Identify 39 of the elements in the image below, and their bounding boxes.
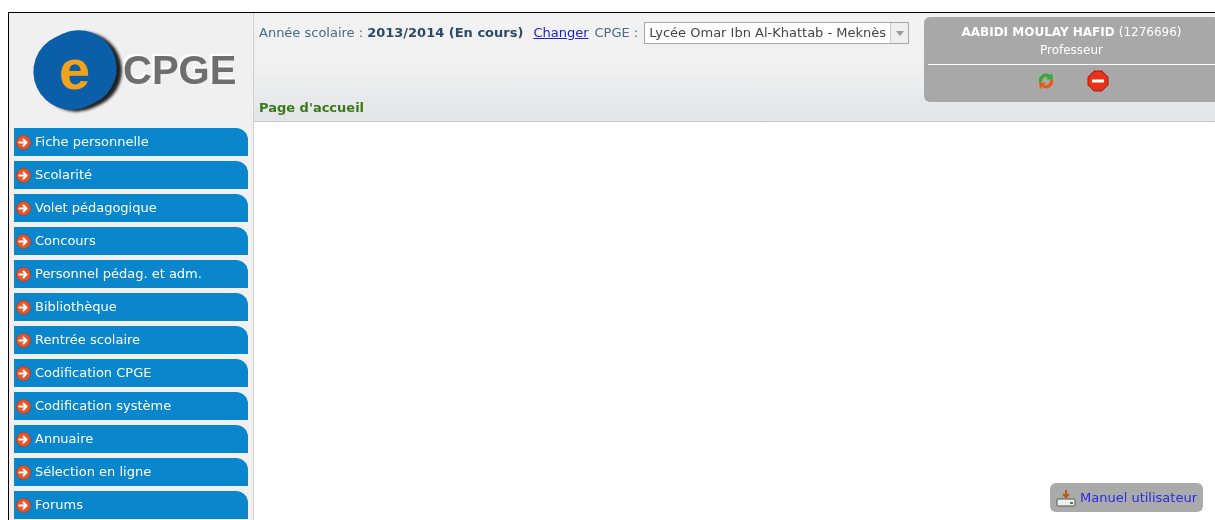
arrow-circle-icon [16, 431, 31, 447]
year-label: Année scolaire : [259, 24, 364, 43]
menu-item[interactable]: Sélection en ligne [14, 458, 248, 486]
logo-letter: e [59, 42, 91, 98]
arrow-circle-icon [16, 464, 31, 480]
arrow-circle-icon [16, 332, 31, 348]
menu-item[interactable]: Bibliothèque [14, 293, 248, 321]
user-id: (1276696) [1118, 24, 1182, 41]
menu-item[interactable]: Fiche personnelle [14, 128, 248, 156]
arrow-circle-icon [16, 497, 31, 513]
arrow-circle-icon [16, 200, 31, 216]
page-title: Page d'accueil [259, 98, 366, 117]
arrow-circle-icon [16, 233, 31, 249]
menu-item[interactable]: Codification système [14, 392, 248, 420]
menu-item[interactable]: Annuaire [14, 425, 248, 453]
arrow-circle-icon [16, 134, 31, 150]
menu-item[interactable]: Forums [14, 491, 248, 519]
dropdown-caret-icon [895, 30, 904, 36]
menu-item[interactable]: Scolarité [14, 161, 248, 189]
manual-button[interactable]: Manuel utilisateur [1050, 483, 1203, 512]
arrow-circle-icon [16, 167, 31, 183]
menu-item[interactable]: Rentrée scolaire [14, 326, 248, 354]
stop-sign-icon[interactable] [1086, 70, 1109, 92]
logo-text: CPGE [123, 47, 237, 94]
menu-item[interactable]: Codification CPGE [14, 359, 248, 387]
arrow-circle-icon [16, 299, 31, 315]
user-role: Professeur [1039, 42, 1104, 59]
arrow-circle-icon [16, 398, 31, 414]
menu-item[interactable]: Concours [14, 227, 248, 255]
download-icon [1056, 488, 1076, 507]
cpge-label: CPGE : [594, 24, 639, 43]
user-name: AABIDI MOULAY HAFID [961, 24, 1115, 41]
arrow-circle-icon [16, 365, 31, 381]
year-value: 2013/2014 (En cours) [367, 24, 524, 43]
cpge-select[interactable]: Lycée Omar Ibn Al-Khattab - Meknès [644, 22, 910, 44]
menu-item[interactable]: Personnel pédag. et adm. [14, 260, 248, 288]
menu-item[interactable]: Volet pédagogique [14, 194, 248, 222]
arrow-circle-icon [16, 266, 31, 282]
change-link[interactable]: Changer [533, 23, 589, 43]
